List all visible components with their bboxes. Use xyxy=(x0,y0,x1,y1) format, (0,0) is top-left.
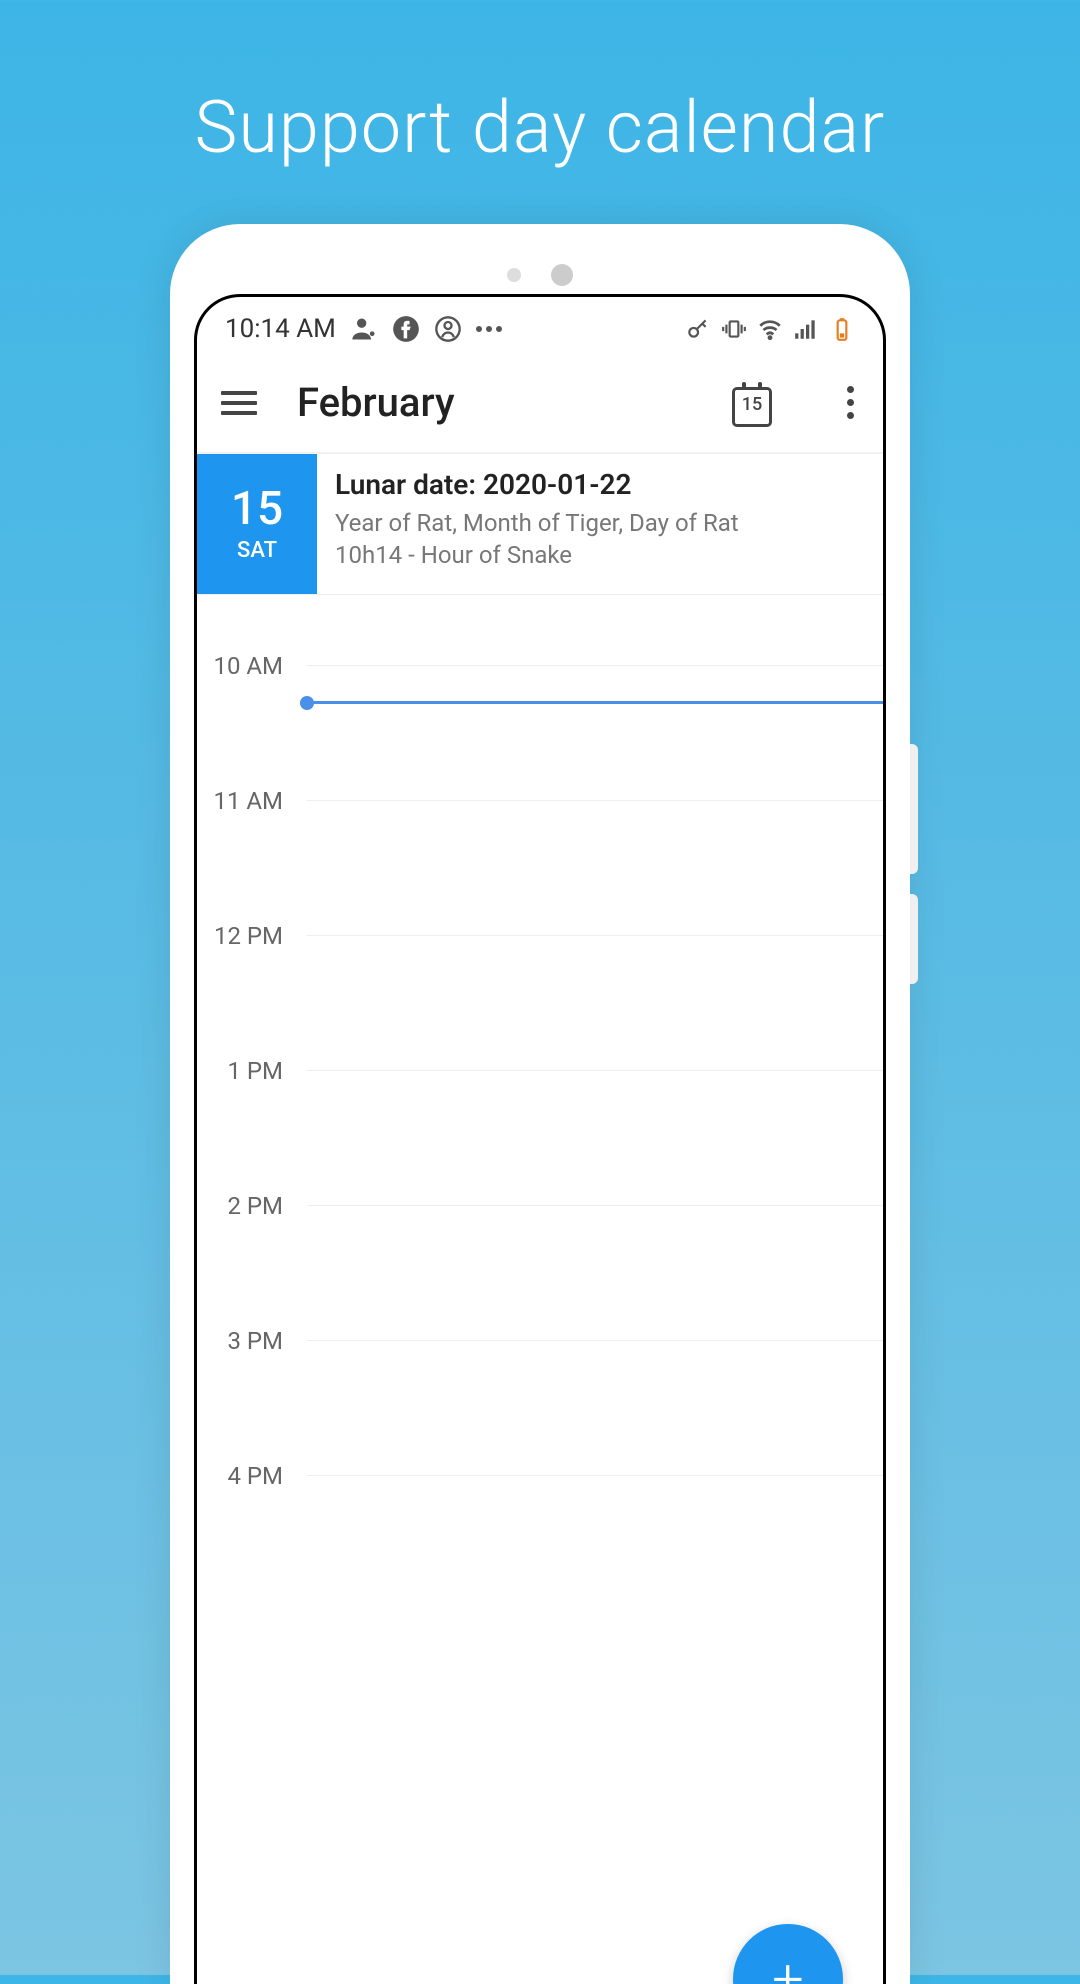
battery-icon xyxy=(829,316,855,342)
current-time-indicator xyxy=(307,701,883,704)
menu-icon[interactable] xyxy=(221,391,257,415)
hour-row[interactable]: 2 PM xyxy=(307,1205,883,1340)
hour-label: 1 PM xyxy=(197,1057,297,1085)
app-bar-title[interactable]: February xyxy=(297,379,692,426)
hour-row[interactable]: 1 PM xyxy=(307,1070,883,1205)
vibrate-icon xyxy=(721,316,747,342)
wifi-icon xyxy=(757,316,783,342)
lunar-info: Lunar date: 2020-01-22 Year of Rat, Mont… xyxy=(317,454,883,594)
key-icon xyxy=(685,316,711,342)
lunar-date-hour: 10h14 - Hour of Snake xyxy=(335,539,865,571)
app-bar: February 15 xyxy=(197,353,883,452)
today-button[interactable]: 15 xyxy=(732,383,772,423)
hour-row[interactable]: 11 AM xyxy=(307,800,883,935)
hour-label: 10 AM xyxy=(197,652,297,680)
more-horizontal-icon xyxy=(476,326,502,332)
hour-label: 4 PM xyxy=(197,1462,297,1490)
date-badge: 15 SAT xyxy=(197,454,317,594)
day-header[interactable]: 15 SAT Lunar date: 2020-01-22 Year of Ra… xyxy=(197,454,883,595)
phone-side-button xyxy=(910,894,918,984)
add-event-fab[interactable]: + xyxy=(733,1924,843,1984)
date-weekday: SAT xyxy=(237,538,277,563)
hour-label: 3 PM xyxy=(197,1327,297,1355)
hour-label: 12 PM xyxy=(197,922,297,950)
circle-icon xyxy=(434,315,462,343)
hour-label: 2 PM xyxy=(197,1192,297,1220)
status-bar: 10:14 AM xyxy=(197,297,883,353)
facebook-icon xyxy=(392,315,420,343)
date-number: 15 xyxy=(231,486,283,532)
hour-row[interactable]: 3 PM xyxy=(307,1340,883,1475)
hour-row[interactable]: 10 AM xyxy=(307,665,883,800)
more-vertical-icon[interactable] xyxy=(842,381,859,424)
signal-icon xyxy=(793,316,819,342)
person-icon xyxy=(350,315,378,343)
phone-mockup-frame: 10:14 AM February 15 xyxy=(170,224,910,1984)
promo-title: Support day calendar xyxy=(0,0,1080,170)
hour-row[interactable]: 12 PM xyxy=(307,935,883,1070)
phone-screen: 10:14 AM February 15 xyxy=(194,294,886,1984)
day-timeline[interactable]: 10 AM 11 AM 12 PM 1 PM 2 PM 3 PM 4 PM xyxy=(197,595,883,1610)
hour-row[interactable]: 4 PM xyxy=(307,1475,883,1610)
hour-label: 11 AM xyxy=(197,787,297,815)
phone-speaker xyxy=(507,264,573,286)
phone-side-button xyxy=(910,744,918,874)
status-time: 10:14 AM xyxy=(225,314,336,344)
lunar-date-title: Lunar date: 2020-01-22 xyxy=(335,468,865,501)
plus-icon: + xyxy=(772,1946,804,1984)
lunar-date-detail: Year of Rat, Month of Tiger, Day of Rat xyxy=(335,507,865,539)
today-badge-number: 15 xyxy=(742,394,762,415)
